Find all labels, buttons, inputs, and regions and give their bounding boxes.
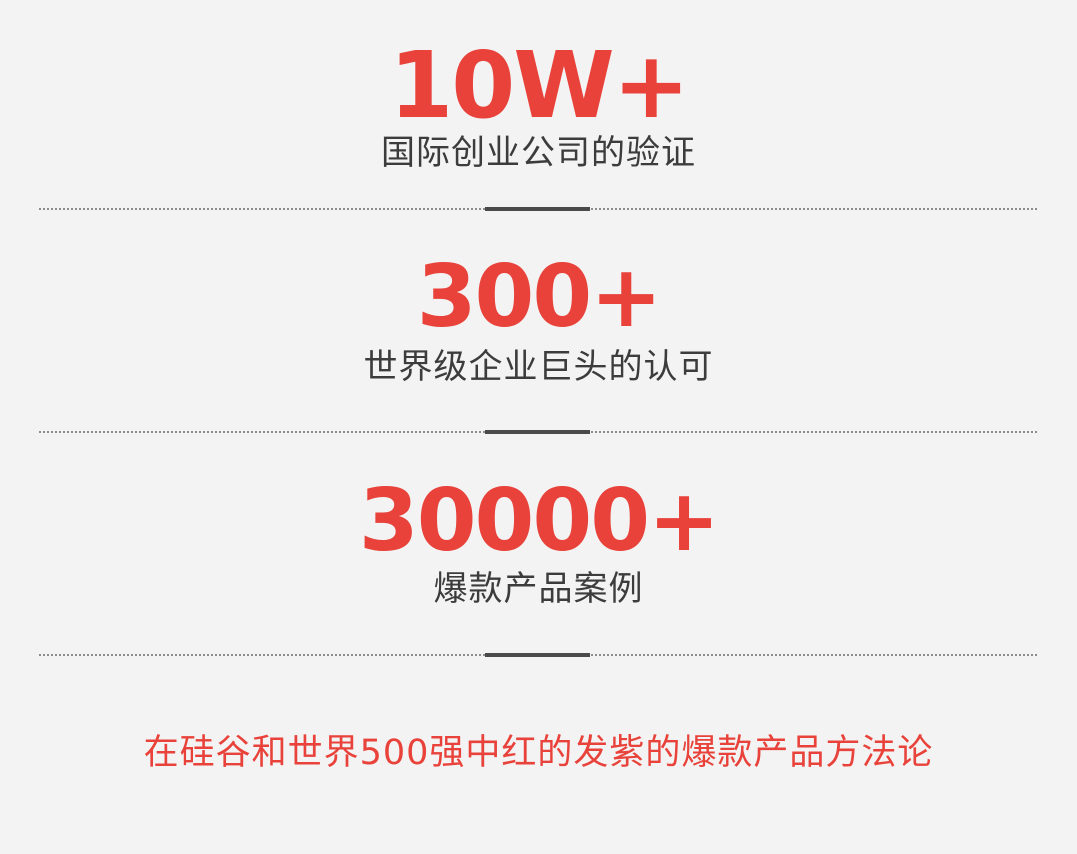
center-dash: [485, 207, 590, 211]
stat-block-startups: 10W+ 国际创业公司的验证: [0, 32, 1077, 173]
section-divider: [39, 425, 1037, 439]
stat-number: 10W+: [389, 32, 690, 139]
stat-block-enterprises: 300+ 世界级企业巨头的认可: [0, 254, 1077, 384]
section-divider: [39, 202, 1037, 216]
center-dash: [485, 430, 590, 434]
center-dash: [485, 653, 590, 657]
stat-block-cases: 30000+ 爆款产品案例: [0, 478, 1077, 606]
stats-page: 10W+ 国际创业公司的验证 300+ 世界级企业巨头的认可 30000+ 爆款…: [0, 0, 1077, 854]
stat-label: 国际创业公司的验证: [381, 133, 696, 173]
stat-label: 爆款产品案例: [433, 569, 644, 609]
stat-label: 世界级企业巨头的认可: [363, 347, 714, 387]
stat-number: 300+: [416, 247, 663, 347]
tagline: 在硅谷和世界500强中红的发紫的爆款产品方法论: [143, 733, 934, 773]
section-divider: [39, 648, 1037, 662]
stat-number: 30000+: [358, 471, 720, 571]
